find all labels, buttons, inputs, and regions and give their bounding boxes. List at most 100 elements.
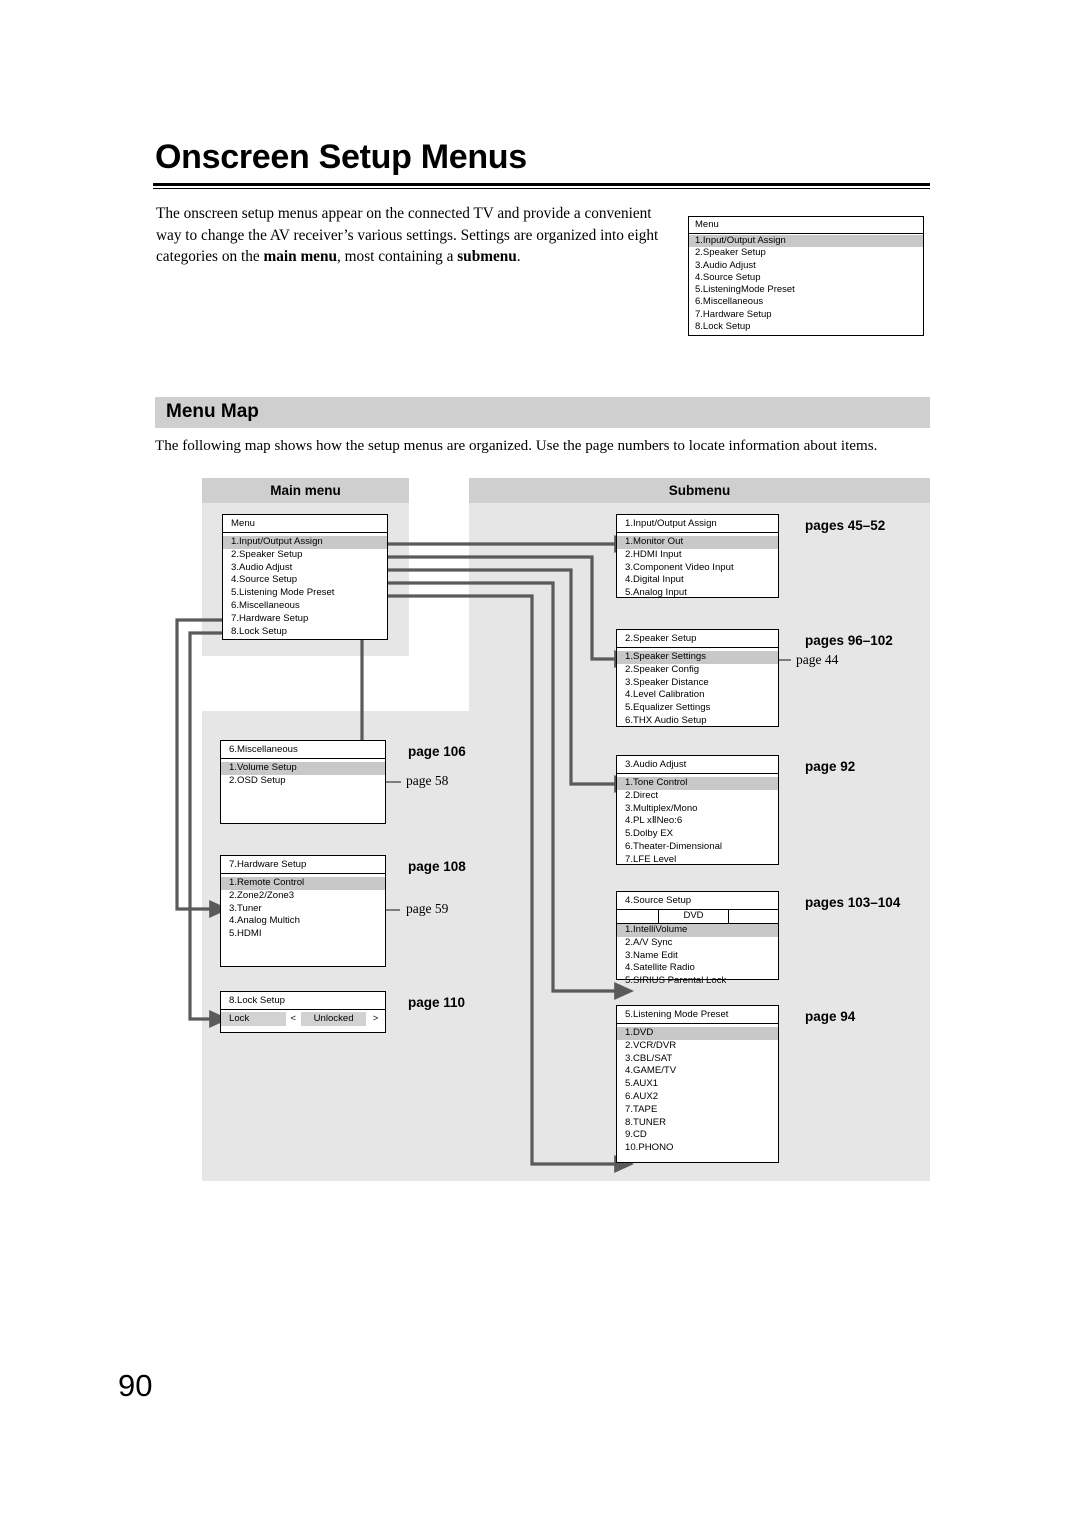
page-ref-tuner: page 59 bbox=[406, 901, 449, 916]
list-item[interactable]: 3.Component Video Input bbox=[617, 562, 778, 575]
source-tab-left-pad bbox=[617, 910, 659, 923]
lock-prev-arrow-icon[interactable]: < bbox=[286, 1012, 301, 1026]
list-item[interactable]: 9.CD bbox=[617, 1129, 778, 1142]
list-item[interactable]: 7.Hardware Setup bbox=[689, 309, 923, 321]
lock-next-arrow-icon[interactable]: > bbox=[366, 1012, 385, 1026]
list-item[interactable]: 5.Dolby EX bbox=[617, 828, 778, 841]
list-item[interactable]: 7.LFE Level bbox=[617, 854, 778, 867]
list-item[interactable]: 8.TUNER bbox=[617, 1117, 778, 1130]
page-ref-osd-setup: page 58 bbox=[406, 773, 449, 788]
map-box-miscellaneous: 6.Miscellaneous 1.Volume Setup 2.OSD Setu… bbox=[220, 740, 386, 824]
list-item[interactable]: 5.Listening Mode Preset bbox=[223, 587, 387, 600]
intro-text-2: , most containing a bbox=[337, 248, 458, 265]
map-box-lock-setup: 8.Lock Setup Lock < Unlocked > bbox=[220, 991, 386, 1033]
list-item[interactable]: 2.Speaker Setup bbox=[689, 247, 923, 259]
list-item[interactable]: 5.SIRIUS Parental Lock bbox=[617, 975, 778, 988]
page-ref-listening-mode-preset: page 94 bbox=[805, 1009, 856, 1024]
list-item[interactable]: 3.Multiplex/Mono bbox=[617, 803, 778, 816]
list-item[interactable]: 1.Input/Output Assign bbox=[689, 235, 923, 248]
map-box-audio-adjust: 3.Audio Adjust 1.Tone Control 2.Direct 3.M… bbox=[616, 755, 779, 865]
list-item[interactable]: 4.Source Setup bbox=[689, 272, 923, 284]
page-ref-miscellaneous: page 106 bbox=[408, 744, 466, 759]
list-item[interactable]: 6.Miscellaneous bbox=[689, 296, 923, 308]
page-ref-input-output-assign: pages 45–52 bbox=[805, 518, 886, 533]
list-item[interactable]: 2.OSD Setup bbox=[221, 775, 385, 788]
map-main-menu-items: 1.Input/Output Assign 2.Speaker Setup 3.Au… bbox=[223, 533, 387, 638]
map-box-items: 1.Volume Setup 2.OSD Setup bbox=[221, 759, 385, 788]
map-box-items: 1.Tone Control 2.Direct 3.Multiplex/Mono 4.… bbox=[617, 774, 778, 867]
list-item[interactable]: 3.Audio Adjust bbox=[223, 562, 387, 575]
list-item[interactable]: 7.TAPE bbox=[617, 1104, 778, 1117]
list-item[interactable]: 8.Lock Setup bbox=[223, 626, 387, 639]
list-item[interactable]: 3.Audio Adjust bbox=[689, 260, 923, 272]
list-item[interactable]: 2.HDMI Input bbox=[617, 549, 778, 562]
list-item[interactable]: 2.Direct bbox=[617, 790, 778, 803]
osd-title: Menu bbox=[689, 217, 923, 234]
manual-page: Onscreen Setup Menus The onscreen setup … bbox=[0, 0, 1080, 1528]
list-item[interactable]: 4.Analog Multich bbox=[221, 915, 385, 928]
page-ref-source-setup: pages 103–104 bbox=[805, 895, 901, 910]
list-item[interactable]: 4.Level Calibration bbox=[617, 689, 778, 702]
list-item[interactable]: 6.Theater-Dimensional bbox=[617, 841, 778, 854]
list-item[interactable]: 1.Tone Control bbox=[617, 777, 778, 790]
list-item[interactable]: 1.Input/Output Assign bbox=[223, 536, 387, 549]
list-item[interactable]: 6.Miscellaneous bbox=[223, 600, 387, 613]
map-box-title: 2.Speaker Setup bbox=[617, 630, 778, 648]
source-tab-right-pad bbox=[729, 910, 778, 923]
list-item[interactable]: 5.HDMI bbox=[221, 928, 385, 941]
list-item[interactable]: 2.Speaker Config bbox=[617, 664, 778, 677]
list-item[interactable]: 7.Hardware Setup bbox=[223, 613, 387, 626]
list-item[interactable]: 2.Speaker Setup bbox=[223, 549, 387, 562]
map-box-items: 1.Monitor Out 2.HDMI Input 3.Component Vid… bbox=[617, 533, 778, 600]
list-item[interactable]: 1.DVD bbox=[617, 1027, 778, 1040]
list-item[interactable]: 3.Name Edit bbox=[617, 950, 778, 963]
list-item[interactable]: 1.Volume Setup bbox=[221, 762, 385, 775]
menu-map-intro: The following map shows how the setup me… bbox=[155, 438, 878, 454]
list-item[interactable]: 5.Equalizer Settings bbox=[617, 702, 778, 715]
source-tab-row: DVD bbox=[617, 910, 778, 924]
list-item[interactable]: 1.IntelliVolume bbox=[617, 924, 778, 937]
map-box-items: 1.Remote Control 2.Zone2/Zone3 3.Tuner 4.An… bbox=[221, 874, 385, 941]
lock-setting-row[interactable]: Lock < Unlocked > bbox=[221, 1012, 385, 1026]
map-box-title: 8.Lock Setup bbox=[221, 992, 385, 1010]
title-rule bbox=[153, 183, 930, 189]
osd-item-list: 1.Input/Output Assign 2.Speaker Setup 3.Au… bbox=[689, 234, 923, 333]
list-item[interactable]: 1.Remote Control bbox=[221, 877, 385, 890]
list-item[interactable]: 1.Monitor Out bbox=[617, 536, 778, 549]
column-header-submenu: Submenu bbox=[469, 478, 930, 503]
map-box-items: 1.Speaker Settings 2.Speaker Config 3.Spea… bbox=[617, 648, 778, 728]
list-item[interactable]: 3.Tuner bbox=[221, 903, 385, 916]
list-item[interactable]: 4.GAME/TV bbox=[617, 1065, 778, 1078]
page-title: Onscreen Setup Menus bbox=[155, 138, 527, 176]
list-item[interactable]: 2.Zone2/Zone3 bbox=[221, 890, 385, 903]
lock-label: Lock bbox=[221, 1012, 286, 1026]
list-item[interactable]: 10.PHONO bbox=[617, 1142, 778, 1155]
list-item[interactable]: 6.THX Audio Setup bbox=[617, 715, 778, 728]
list-item[interactable]: 4.PL xⅡNeo:6 bbox=[617, 815, 778, 828]
list-item[interactable]: 4.Source Setup bbox=[223, 574, 387, 587]
list-item[interactable]: 5.ListeningMode Preset bbox=[689, 284, 923, 296]
list-item[interactable]: 1.Speaker Settings bbox=[617, 651, 778, 664]
page-ref-lock-setup: page 110 bbox=[408, 995, 466, 1010]
list-item[interactable]: 2.A/V Sync bbox=[617, 937, 778, 950]
map-box-title: 7.Hardware Setup bbox=[221, 856, 385, 874]
map-box-title: 1.Input/Output Assign bbox=[617, 515, 778, 533]
list-item[interactable]: 5.Analog Input bbox=[617, 587, 778, 600]
map-box-title: 4.Source Setup bbox=[617, 892, 778, 910]
list-item[interactable]: 3.Speaker Distance bbox=[617, 677, 778, 690]
list-item[interactable]: 5.AUX1 bbox=[617, 1078, 778, 1091]
list-item[interactable]: 3.CBL/SAT bbox=[617, 1053, 778, 1066]
intro-text-3: . bbox=[516, 248, 521, 265]
lock-value: Unlocked bbox=[301, 1012, 367, 1026]
page-ref-speaker-setup: pages 96–102 bbox=[805, 633, 893, 648]
list-item[interactable]: 4.Satellite Radio bbox=[617, 962, 778, 975]
list-item[interactable]: 2.VCR/DVR bbox=[617, 1040, 778, 1053]
list-item[interactable]: 6.AUX2 bbox=[617, 1091, 778, 1104]
list-item[interactable]: 4.Digital Input bbox=[617, 574, 778, 587]
list-item[interactable]: 8.Lock Setup bbox=[689, 321, 923, 333]
map-box-input-output-assign: 1.Input/Output Assign 1.Monitor Out 2.HDM… bbox=[616, 514, 779, 598]
map-box-listening-mode-preset: 5.Listening Mode Preset 1.DVD 2.VCR/DVR 3.… bbox=[616, 1005, 779, 1163]
source-tab-dvd[interactable]: DVD bbox=[659, 910, 729, 923]
map-box-items: Lock < Unlocked > bbox=[221, 1010, 385, 1026]
map-box-items: 1.DVD 2.VCR/DVR 3.CBL/SAT 4.GAME/TV 5.AUX1 6.… bbox=[617, 1024, 778, 1155]
